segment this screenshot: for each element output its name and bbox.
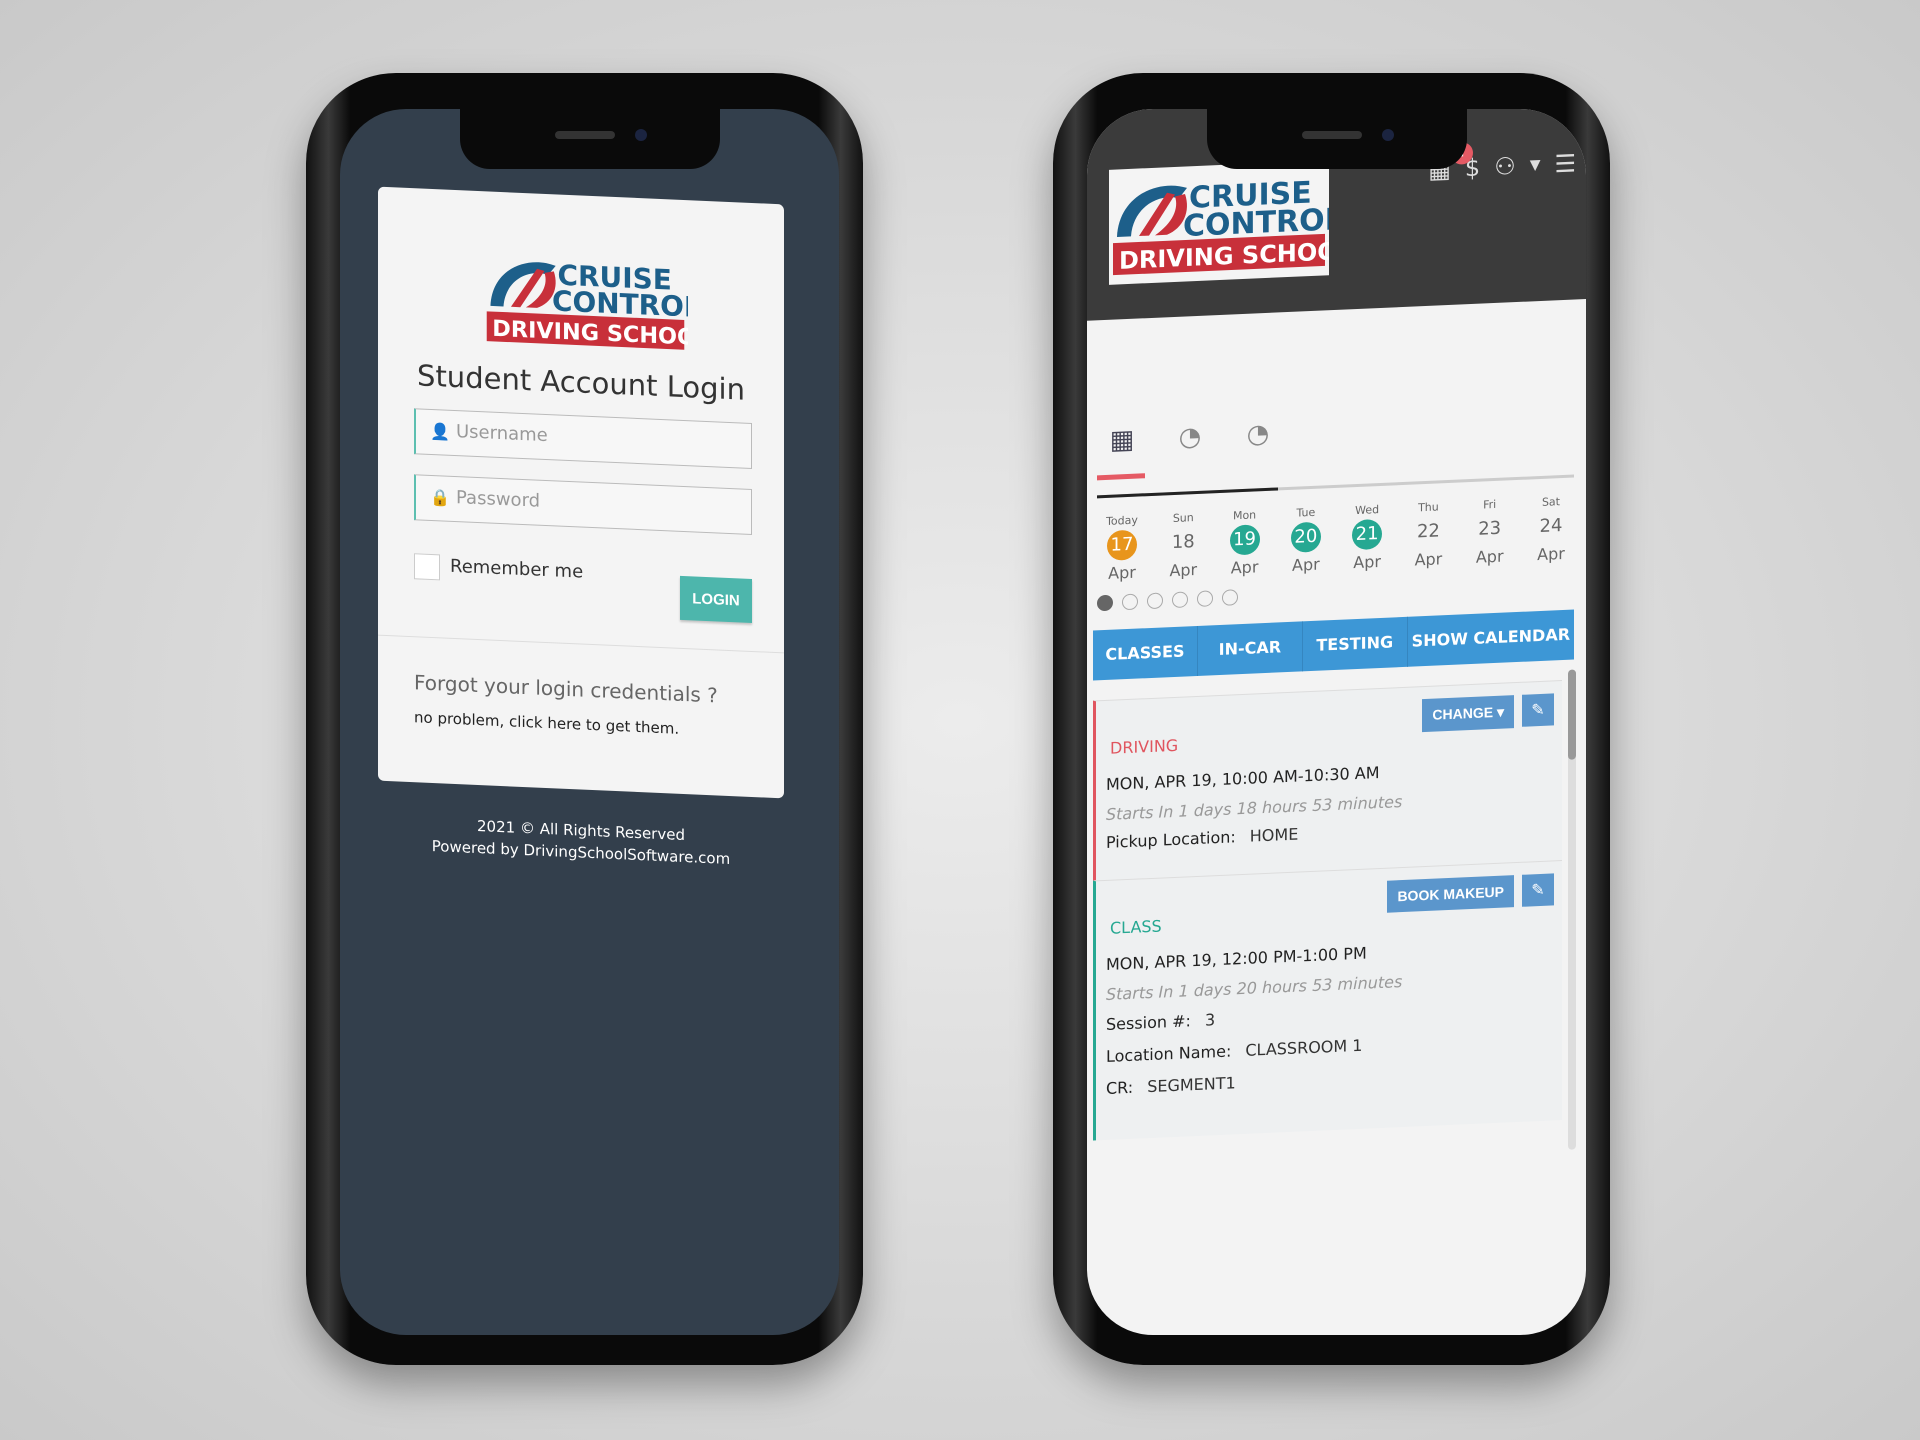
day-21[interactable]: Wed 21 Apr [1342, 502, 1392, 572]
day-number: 18 [1171, 531, 1195, 554]
day-number: 21 [1352, 518, 1383, 551]
day-17[interactable]: Today 17 Apr [1097, 513, 1147, 583]
day-month: Apr [1230, 557, 1259, 578]
day-name: Mon [1232, 508, 1257, 523]
page-dot[interactable] [1097, 594, 1113, 612]
speedometer-icon[interactable]: ◔ [1239, 418, 1277, 450]
day-number: 17 [1107, 529, 1137, 561]
username-input[interactable]: 👤 Username [414, 408, 752, 469]
day-number: 19 [1229, 524, 1260, 556]
day-month: Apr [1414, 549, 1443, 570]
login-button[interactable]: LOGIN [680, 575, 752, 623]
page-dot[interactable] [1222, 589, 1238, 606]
day-24[interactable]: Sat 24 Apr [1526, 494, 1576, 564]
day-number: 20 [1290, 521, 1321, 553]
scrollbar[interactable] [1568, 669, 1576, 1150]
event-type: CLASS [1110, 916, 1162, 938]
password-placeholder: Password [456, 487, 541, 512]
phone-dashboard: ▦5 $! ⚇ ▼ ☰ ▦ ◔ ◔ Today17AprSun18AprMon1… [1053, 73, 1610, 1365]
recover-credentials-link[interactable]: no problem, click here to get them. [414, 708, 679, 738]
username-placeholder: Username [456, 421, 548, 447]
pickup-location: Pickup Location: HOME [1106, 824, 1299, 852]
day-number: 22 [1416, 520, 1440, 543]
lock-icon: 🔒 [430, 487, 450, 508]
day-name: Wed [1355, 503, 1380, 518]
session-number: Session #: 3 [1106, 1010, 1216, 1034]
day-18[interactable]: Sun 18 Apr [1158, 510, 1208, 580]
change-button[interactable]: CHANGE ▾ [1422, 695, 1514, 733]
dollar-icon[interactable]: $! [1450, 141, 1480, 182]
view-tabs: ▦ ◔ ◔ [1103, 418, 1277, 456]
remember-me-label[interactable]: Remember me [450, 556, 583, 583]
page-dot[interactable] [1122, 593, 1138, 611]
page-dot[interactable] [1147, 592, 1163, 610]
day-name: Fri [1483, 497, 1497, 512]
dashboard-screen: ▦5 $! ⚇ ▼ ☰ ▦ ◔ ◔ Today17AprSun18AprMon1… [1087, 109, 1586, 1335]
day-month: Apr [1169, 559, 1198, 581]
day-month: Apr [1353, 551, 1381, 573]
day-19[interactable]: Mon 19 Apr [1220, 508, 1270, 578]
user-icon: 👤 [430, 421, 450, 442]
speedometer-icon[interactable]: ◔ [1171, 421, 1209, 453]
day-name: Thu [1418, 500, 1439, 515]
event-card-driving: DRIVING CHANGE ▾ ✎ MON, APR 19, 10:00 AM… [1093, 680, 1562, 881]
footer: 2021 © All Rights Reserved Powered by Dr… [340, 809, 822, 874]
day-month: Apr [1537, 543, 1565, 565]
page-dot[interactable] [1172, 591, 1188, 609]
day-name: Tue [1296, 505, 1316, 520]
day-20[interactable]: Tue 20 Apr [1281, 505, 1331, 575]
cruise-control-logo [486, 255, 688, 352]
active-tab-indicator [1097, 473, 1145, 481]
day-month: Apr [1292, 554, 1320, 575]
day-number: 24 [1539, 515, 1563, 538]
day-23[interactable]: Fri 23 Apr [1465, 497, 1515, 567]
edit-icon[interactable]: ✎ [1522, 873, 1554, 907]
tab-in-car[interactable]: IN-CAR [1197, 621, 1303, 676]
phone-notch [1206, 109, 1467, 169]
edit-icon[interactable]: ✎ [1522, 693, 1554, 727]
book-makeup-button[interactable]: BOOK MAKEUP [1387, 875, 1514, 913]
event-type: DRIVING [1110, 735, 1179, 758]
page-dot[interactable] [1197, 590, 1213, 607]
tab-testing[interactable]: TESTING [1302, 616, 1408, 672]
day-name: Today [1106, 513, 1138, 528]
show-calendar-button[interactable]: SHOW CALENDAR [1408, 610, 1574, 667]
password-input[interactable]: 🔒 Password [414, 474, 752, 535]
event-time: MON, APR 19, 10:00 AM-10:30 AM [1106, 763, 1380, 794]
location-name: Location Name: CLASSROOM 1 [1106, 1035, 1363, 1066]
forgot-credentials-text: Forgot your login credentials ? [414, 670, 718, 708]
remember-me-checkbox[interactable] [414, 553, 440, 581]
login-title: Student Account Login [417, 358, 745, 407]
event-card-class: CLASS BOOK MAKEUP ✎ MON, APR 19, 12:00 P… [1093, 860, 1562, 1141]
cruise-control-logo[interactable] [1109, 160, 1329, 285]
day-name: Sat [1541, 495, 1560, 509]
section-nav: CLASSES IN-CAR TESTING SHOW CALENDAR [1093, 609, 1574, 681]
page-dots [1097, 589, 1238, 612]
menu-icon[interactable]: ☰ [1554, 149, 1576, 178]
event-time: MON, APR 19, 12:00 PM-1:00 PM [1106, 943, 1367, 974]
day-number: 23 [1478, 517, 1502, 540]
event-countdown: Starts In 1 days 18 hours 53 minutes [1106, 792, 1403, 824]
divider [378, 634, 784, 654]
cr-segment: CR: SEGMENT1 [1106, 1073, 1236, 1098]
login-card: Student Account Login 👤 Username 🔒 Passwor… [378, 186, 784, 799]
day-month: Apr [1475, 546, 1504, 567]
event-countdown: Starts In 1 days 20 hours 53 minutes [1106, 972, 1403, 1004]
chevron-down-icon[interactable]: ▼ [1530, 157, 1541, 173]
day-22[interactable]: Thu 22 Apr [1403, 500, 1453, 570]
day-month: Apr [1108, 562, 1136, 583]
login-screen: Student Account Login 👤 Username 🔒 Passwor… [340, 109, 839, 1335]
calendar-icon[interactable]: ▦ [1103, 424, 1141, 456]
user-icon[interactable]: ⚇ [1494, 152, 1516, 181]
tab-classes[interactable]: CLASSES [1093, 625, 1198, 681]
day-name: Sun [1172, 511, 1194, 526]
phone-login: Student Account Login 👤 Username 🔒 Passwor… [306, 73, 863, 1365]
phone-notch [459, 109, 720, 169]
date-strip: Today 17 Apr Sun 18 Apr Mon 19 Apr Tue 20 Apr Wed 21 A… [1097, 494, 1576, 583]
progress-bar [1097, 474, 1574, 499]
